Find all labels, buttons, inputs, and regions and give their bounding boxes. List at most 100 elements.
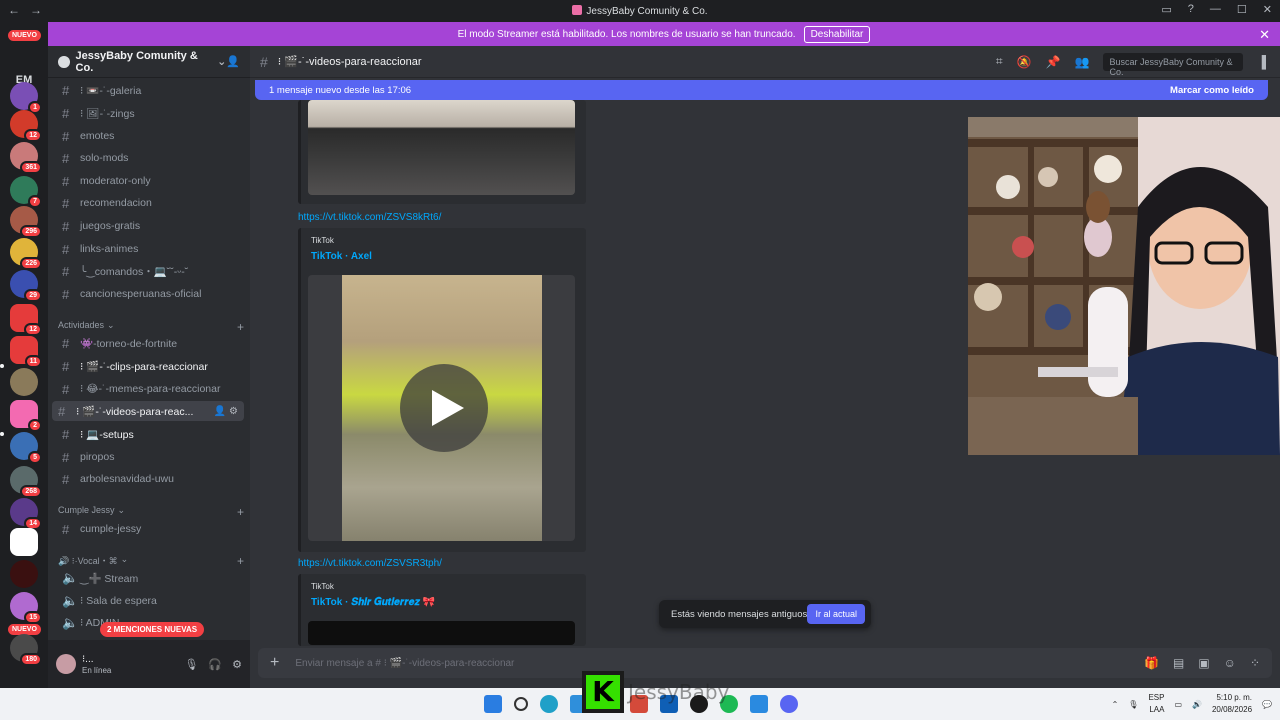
play-button[interactable] [400, 364, 488, 452]
server-icon[interactable]: 296 [10, 206, 42, 238]
inbox-icon[interactable]: ▭ [1161, 3, 1171, 16]
server-icon[interactable]: 7 [10, 176, 42, 208]
server-icon[interactable]: 11 [10, 336, 42, 368]
new-mentions-badge[interactable]: 2 MENCIONES NUEVAS [100, 622, 205, 637]
search-input[interactable]: Buscar JessyBaby Comunity & Co. [1103, 52, 1244, 77]
webcam-overlay [968, 117, 1280, 455]
embed-title[interactable]: TikTok · 𝑺𝒉𝒊𝒓 𝑮𝒖𝒕𝒊𝒆𝒓𝒓𝒆𝒛 🎀 [311, 597, 586, 608]
server-icon[interactable] [10, 368, 38, 396]
server-icon[interactable]: 226 [10, 238, 42, 270]
embed-title[interactable]: TikTok · Axel [311, 251, 586, 262]
maximize-icon[interactable]: ☐ [1237, 3, 1247, 16]
message-input[interactable]: Enviar mensaje a # ⁝ 🎬-˙-videos-para-rea… [295, 658, 514, 669]
notifications-muted-icon[interactable]: 🔕 [1017, 55, 1032, 69]
gif-icon[interactable]: ▤ [1173, 656, 1184, 670]
disable-button[interactable]: Deshabilitar [803, 25, 871, 43]
channel-item[interactable]: # ⁝ 🎬-˙-clips-para-reaccionar [56, 356, 244, 376]
speaker-icon: 🔈 [62, 593, 79, 608]
message-link[interactable]: https://vt.tiktok.com/ZSVSR3tph/ [298, 558, 442, 569]
microphone-tray-icon[interactable]: 🎙 [1128, 700, 1138, 709]
invite-settings-icons[interactable]: 👤 ⚙ [214, 406, 238, 417]
edge-icon[interactable] [540, 695, 558, 713]
notifications-icon[interactable]: 💬 [1262, 700, 1272, 709]
scroll-indicator-icon[interactable]: ▐ [1257, 55, 1266, 69]
add-channel-icon[interactable]: + [237, 554, 244, 568]
chevron-up-icon[interactable]: ⌃ [1112, 700, 1119, 709]
category-cumple[interactable]: Cumple Jessy ⌄ + [58, 505, 244, 519]
search-icon[interactable] [514, 697, 528, 711]
server-icon[interactable]: 361 [10, 142, 42, 174]
emoji-icon[interactable]: ☺ [1224, 656, 1236, 670]
minimize-icon[interactable]: — [1210, 3, 1221, 16]
members-icon[interactable]: 👥 [1075, 55, 1090, 69]
start-icon[interactable] [484, 695, 502, 713]
volume-icon[interactable]: 🔊 [1192, 700, 1202, 709]
server-icon[interactable]: 29 [10, 270, 42, 302]
pin-icon[interactable]: 📌 [1046, 55, 1061, 69]
server-icon[interactable]: 1 [10, 82, 42, 114]
channel-item-active[interactable]: # ⁝ 🎬-˙-videos-para-reac... 👤 ⚙ [52, 401, 244, 421]
jump-to-present-button[interactable]: Ir al actual [807, 604, 865, 624]
app-icon[interactable] [750, 695, 768, 713]
server-icon[interactable] [10, 560, 38, 588]
microphone-icon[interactable]: 🎙 [184, 658, 198, 671]
channel-item[interactable]: # arbolesnavidad-uwu [56, 469, 244, 489]
channel-item[interactable]: # cumple-jessy [56, 519, 244, 539]
message-link[interactable]: https://vt.tiktok.com/ZSVS8kRt6/ [298, 212, 441, 223]
channel-item[interactable]: # 👾-torneo-de-fortnite [56, 333, 244, 353]
add-channel-icon[interactable]: + [237, 505, 244, 519]
network-icon[interactable]: ▭ [1174, 700, 1182, 709]
channel-item[interactable]: # recomendacion [56, 193, 244, 213]
channel-item[interactable]: # ⁝ 💻-setups [56, 424, 244, 444]
help-icon[interactable]: ? [1188, 3, 1194, 16]
channel-item[interactable]: # ⁝ 📼-˙-galeria [56, 80, 244, 100]
channel-item[interactable]: # moderator-only [56, 171, 244, 191]
language-indicator[interactable]: ESP LAA [1148, 692, 1164, 716]
gift-icon[interactable]: 🎁 [1144, 656, 1159, 670]
hash-icon: # [62, 426, 70, 442]
video-thumbnail[interactable] [308, 621, 575, 645]
channel-item[interactable]: # juegos-gratis [56, 216, 244, 236]
close-window-icon[interactable]: ✕ [1263, 3, 1272, 16]
server-icon[interactable] [10, 528, 38, 556]
clock[interactable]: 5:10 p. m. 20/08/2026 [1212, 692, 1252, 716]
category-vocal[interactable]: 🔊 ⁝·Vocal・⌘ ⌄ + [58, 554, 244, 568]
channel-item[interactable]: # solo-mods [56, 148, 244, 168]
channel-item[interactable]: # ╰‿comandos・💻˘˘-ᵕ-˘ [56, 261, 244, 281]
close-icon[interactable]: ✕ [1259, 27, 1270, 43]
user-info[interactable]: ⁝... En línea [82, 654, 111, 675]
server-icon[interactable]: 12 [10, 304, 42, 336]
server-icon[interactable]: 5 [10, 432, 42, 464]
channel-item[interactable]: # piropos [56, 447, 244, 467]
guild-header[interactable]: JessyBaby Comunity & Co. ⌄ 👤 [48, 46, 250, 78]
add-attachment-icon[interactable]: + [270, 654, 279, 672]
mark-read-button[interactable]: Marcar como leído [1170, 85, 1254, 96]
add-channel-icon[interactable]: + [237, 320, 244, 334]
server-icon[interactable]: 12 [10, 110, 42, 142]
discord-icon[interactable] [780, 695, 798, 713]
gear-icon[interactable]: ⚙ [232, 658, 242, 671]
category-actividades[interactable]: Actividades ⌄ + [58, 320, 244, 334]
new-messages-bar[interactable]: 1 mensaje nuevo desde las 17:06 Marcar c… [255, 80, 1268, 100]
channel-item[interactable]: # cancionesperuanas-oficial [56, 284, 244, 304]
threads-icon[interactable]: ⌗ [996, 54, 1003, 69]
avatar[interactable] [56, 654, 76, 674]
channel-item[interactable]: # emotes [56, 126, 244, 146]
hash-icon: # [62, 263, 70, 279]
server-icon[interactable]: 2 [10, 400, 42, 432]
server-icon[interactable]: 180 [10, 634, 42, 666]
voice-channel-item[interactable]: 🔈 ‿➕ Stream [56, 568, 244, 588]
server-icon[interactable]: 268 [10, 466, 42, 498]
channel-item[interactable]: # ⁝ 🖼-˙-zings [56, 103, 244, 123]
headphones-icon[interactable]: 🎧 [208, 658, 222, 671]
apps-icon[interactable]: ⁘ [1250, 656, 1260, 670]
sticker-icon[interactable]: ▣ [1198, 656, 1209, 670]
channel-item[interactable]: # links-animes [56, 239, 244, 259]
server-icon[interactable]: 15 [10, 592, 42, 624]
video-thumbnail[interactable] [308, 100, 575, 195]
invite-icon[interactable]: 👤 [226, 55, 240, 68]
channel-title: ⁝ 🎬-˙-videos-para-reaccionar [277, 56, 422, 68]
voice-channel-item[interactable]: 🔈 ⁝ Sala de espera [56, 591, 244, 611]
server-icon[interactable]: 14 [10, 498, 42, 530]
channel-item[interactable]: # ⁝ 😂-˙-memes-para-reaccionar [56, 379, 244, 399]
